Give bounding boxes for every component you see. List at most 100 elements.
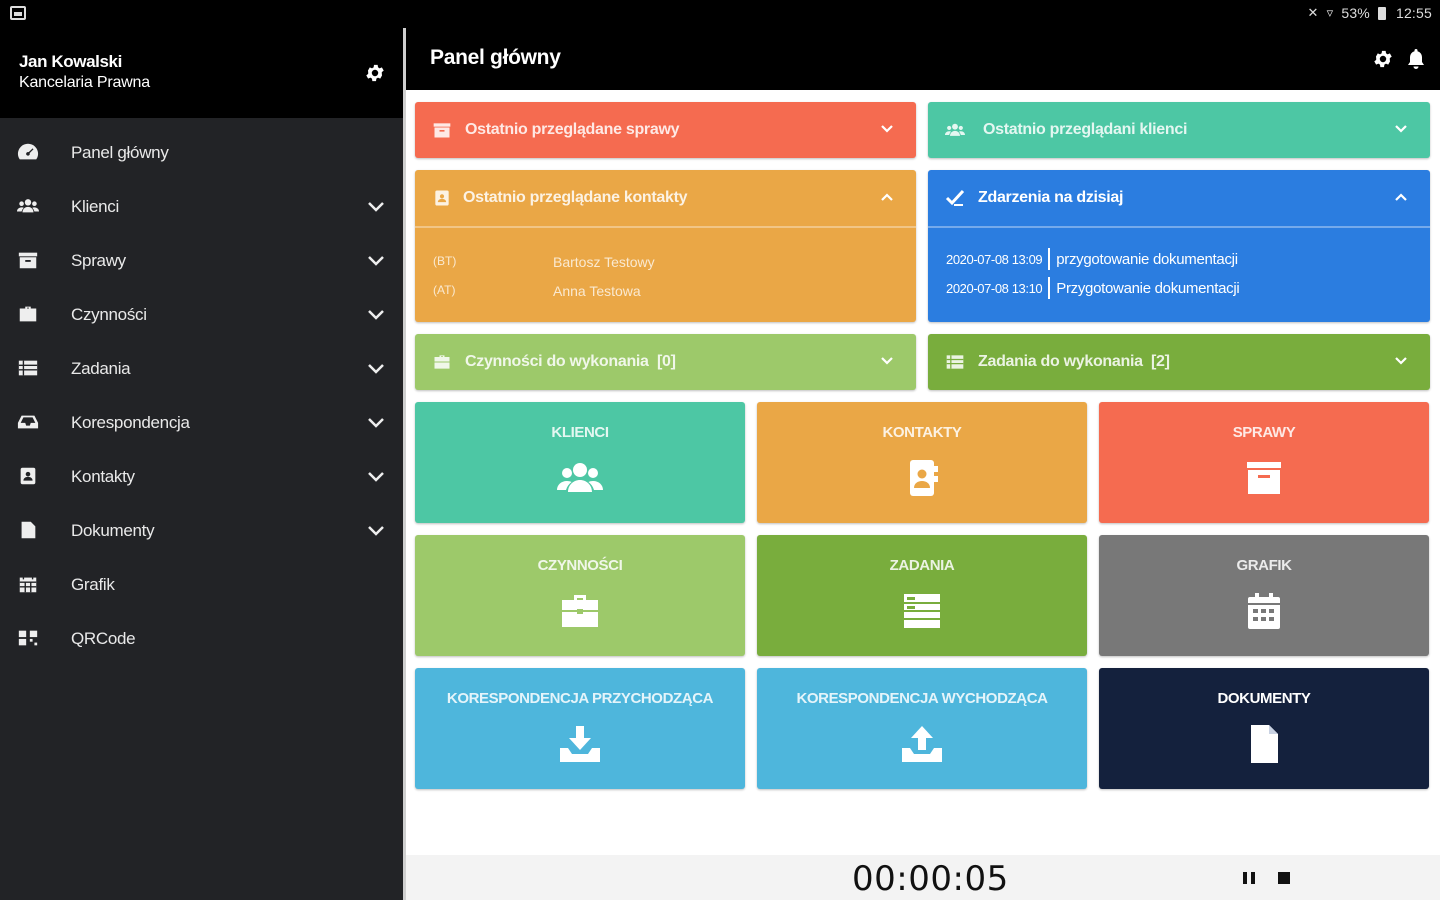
status-bar: ✕ ▿ 53% 12:55 bbox=[0, 0, 1440, 28]
document-icon bbox=[21, 521, 36, 539]
chevron-down-icon[interactable] bbox=[880, 356, 894, 366]
sidebar-item-label: Czynności bbox=[71, 305, 147, 324]
dashboard-content: Ostatnio przeglądane sprawy Ostatnio prz… bbox=[406, 90, 1440, 900]
wifi-icon: ▿ bbox=[1326, 5, 1334, 20]
checklist-icon bbox=[945, 189, 965, 206]
chevron-down-icon[interactable] bbox=[366, 361, 386, 375]
contact-book-icon bbox=[20, 467, 36, 485]
panel-recent-clients[interactable]: Ostatnio przeglądani klienci bbox=[928, 102, 1430, 158]
chevron-down-icon[interactable] bbox=[366, 199, 386, 213]
chevron-down-icon[interactable] bbox=[1394, 356, 1408, 366]
sidebar-item-label: Klienci bbox=[71, 197, 119, 216]
contact-name[interactable]: Bartosz Testowy bbox=[553, 254, 655, 270]
panel-header[interactable]: Ostatnio przeglądane kontakty bbox=[415, 170, 916, 226]
sidebar-item-korespondencja[interactable]: Korespondencja bbox=[0, 396, 403, 450]
sidebar-item-czynnosci[interactable]: Czynności bbox=[0, 288, 403, 342]
tile-korespondencja-przychodzaca[interactable]: KORESPONDENCJA PRZYCHODZĄCA bbox=[415, 668, 745, 789]
panel-header[interactable]: Zadania do wykonania [2] bbox=[928, 334, 1430, 390]
tile-label: KORESPONDENCJA WYCHODZĄCA bbox=[796, 690, 1048, 707]
chevron-down-icon[interactable] bbox=[366, 415, 386, 429]
panel-recent-cases[interactable]: Ostatnio przeglądane sprawy bbox=[415, 102, 916, 158]
chevron-down-icon[interactable] bbox=[366, 469, 386, 483]
dashboard-icon bbox=[17, 143, 39, 160]
panel-header[interactable]: Czynności do wykonania [0] bbox=[415, 334, 916, 390]
sidebar-item-label: Grafik bbox=[71, 575, 115, 594]
gear-icon[interactable] bbox=[364, 62, 386, 84]
document-icon bbox=[1251, 725, 1278, 763]
sidebar-item-klienci[interactable]: Klienci bbox=[0, 180, 403, 234]
event-row[interactable]: 2020-07-08 13:09 przygotowanie dokumenta… bbox=[946, 248, 1238, 270]
inbox-download-icon bbox=[560, 726, 600, 762]
chevron-down-icon[interactable] bbox=[366, 523, 386, 537]
pause-icon[interactable] bbox=[1241, 871, 1257, 885]
bell-icon[interactable] bbox=[1406, 48, 1426, 70]
sidebar-item-panel-glowny[interactable]: Panel główny bbox=[0, 126, 403, 180]
event-time: 2020-07-08 13:10 bbox=[946, 280, 1043, 296]
tile-czynnosci[interactable]: CZYNNOŚCI bbox=[415, 535, 745, 656]
tile-dokumenty[interactable]: DOKUMENTY bbox=[1099, 668, 1429, 789]
tile-zadania[interactable]: ZADANIA bbox=[757, 535, 1087, 656]
users-icon bbox=[945, 123, 965, 136]
tile-klienci[interactable]: KLIENCI bbox=[415, 402, 745, 523]
event-separator bbox=[1048, 248, 1051, 270]
panel-header[interactable]: Zdarzenia na dzisiaj bbox=[928, 170, 1430, 226]
event-row[interactable]: 2020-07-08 13:10 Przygotowanie dokumenta… bbox=[946, 277, 1240, 299]
briefcase-icon bbox=[562, 595, 598, 627]
event-separator bbox=[1048, 277, 1051, 299]
panel-divider bbox=[928, 226, 1430, 228]
sidebar-item-sprawy[interactable]: Sprawy bbox=[0, 234, 403, 288]
office-name: Kancelaria Prawna bbox=[19, 74, 150, 91]
sidebar-item-grafik[interactable]: Grafik bbox=[0, 558, 403, 612]
gear-icon[interactable] bbox=[1372, 48, 1394, 70]
timer-display: 00:00:05 bbox=[852, 859, 1009, 899]
panel-title: Ostatnio przeglądane kontakty bbox=[463, 189, 688, 206]
status-indicators: ✕ ▿ 53% 12:55 bbox=[1308, 5, 1433, 21]
sidebar-item-kontakty[interactable]: Kontakty bbox=[0, 450, 403, 504]
users-icon bbox=[17, 199, 39, 213]
tile-label: ZADANIA bbox=[889, 557, 955, 574]
tile-sprawy[interactable]: SPRAWY bbox=[1099, 402, 1429, 523]
panel-tasks-todo[interactable]: Zadania do wykonania [2] bbox=[928, 334, 1430, 390]
panel-title-text: Czynności do wykonania bbox=[465, 353, 649, 370]
contact-name[interactable]: Anna Testowa bbox=[553, 283, 641, 299]
event-description[interactable]: przygotowanie dokumentacji bbox=[1056, 251, 1238, 268]
sidebar-item-label: Sprawy bbox=[71, 251, 126, 270]
top-app-bar: Panel główny bbox=[406, 28, 1440, 90]
chevron-down-icon[interactable] bbox=[366, 253, 386, 267]
qrcode-icon bbox=[18, 630, 38, 646]
panel-header[interactable]: Ostatnio przeglądane sprawy bbox=[415, 102, 916, 158]
panel-title: Ostatnio przeglądani klienci bbox=[983, 121, 1188, 138]
panel-activities-todo[interactable]: Czynności do wykonania [0] bbox=[415, 334, 916, 390]
stop-icon[interactable] bbox=[1277, 871, 1291, 885]
contact-initials: (AT) bbox=[433, 283, 456, 297]
panel-today-events: Zdarzenia na dzisiaj 2020-07-08 13:09 pr… bbox=[928, 170, 1430, 322]
inbox-icon bbox=[17, 415, 39, 429]
calendar-icon bbox=[1248, 593, 1280, 629]
mute-icon: ✕ bbox=[1307, 5, 1319, 20]
tasks-count: [2] bbox=[1151, 353, 1170, 370]
chevron-up-icon[interactable] bbox=[1394, 192, 1408, 202]
activities-count: [0] bbox=[656, 353, 676, 370]
chevron-up-icon[interactable] bbox=[880, 192, 894, 202]
battery-icon bbox=[1377, 6, 1386, 20]
page-title: Panel główny bbox=[430, 46, 561, 69]
sidebar-item-qrcode[interactable]: QRCode bbox=[0, 612, 403, 666]
chevron-down-icon[interactable] bbox=[366, 307, 386, 321]
tile-kontakty[interactable]: KONTAKTY bbox=[757, 402, 1087, 523]
chevron-down-icon[interactable] bbox=[1394, 124, 1408, 134]
tile-label: KONTAKTY bbox=[882, 424, 962, 441]
tile-label: SPRAWY bbox=[1232, 424, 1296, 441]
archive-icon bbox=[1247, 462, 1281, 494]
panel-header[interactable]: Ostatnio przeglądani klienci bbox=[928, 102, 1430, 158]
list-icon bbox=[904, 594, 940, 628]
event-description[interactable]: Przygotowanie dokumentacji bbox=[1056, 280, 1239, 297]
chevron-down-icon[interactable] bbox=[880, 124, 894, 134]
list-icon bbox=[946, 355, 964, 369]
sidebar-item-zadania[interactable]: Zadania bbox=[0, 342, 403, 396]
tile-grafik[interactable]: GRAFIK bbox=[1099, 535, 1429, 656]
tile-label: DOKUMENTY bbox=[1217, 690, 1311, 707]
tile-korespondencja-wychodzaca[interactable]: KORESPONDENCJA WYCHODZĄCA bbox=[757, 668, 1087, 789]
sidebar-item-dokumenty[interactable]: Dokumenty bbox=[0, 504, 403, 558]
sidebar-item-label: Panel główny bbox=[71, 143, 169, 162]
sidebar-item-label: Kontakty bbox=[71, 467, 135, 486]
